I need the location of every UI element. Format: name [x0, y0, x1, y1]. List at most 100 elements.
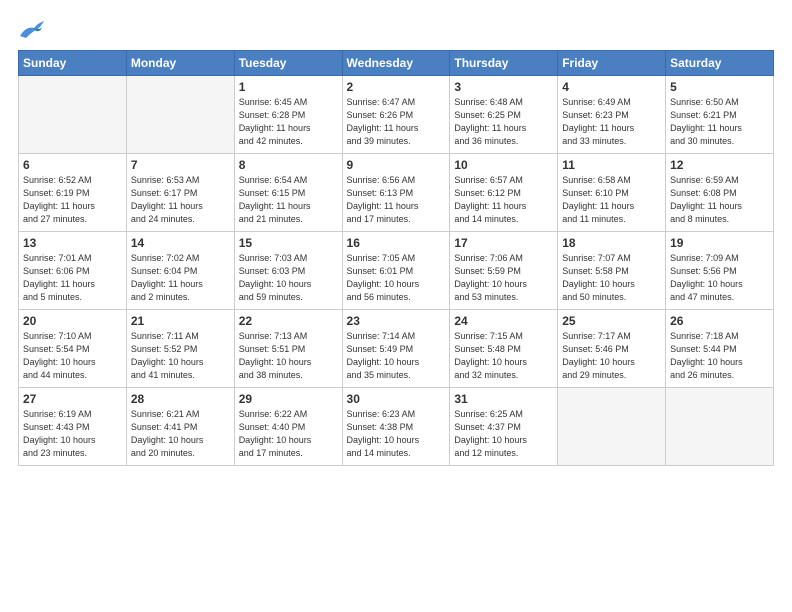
calendar-cell	[558, 388, 666, 466]
day-number: 3	[454, 80, 553, 94]
calendar-cell: 16 Sunrise: 7:05 AM Sunset: 6:01 PM Dayli…	[342, 232, 450, 310]
col-header-monday: Monday	[126, 51, 234, 76]
calendar-cell: 15Sunrise: 7:03 AM Sunset: 6:03 PM Dayli…	[234, 232, 342, 310]
col-header-wednesday: Wednesday	[342, 51, 450, 76]
calendar-cell: 29 Sunrise: 6:22 AM Sunset: 4:40 PM Dayli…	[234, 388, 342, 466]
calendar-cell	[19, 76, 127, 154]
day-info: Sunrise: 6:45 AM Sunset: 6:28 PM Dayligh…	[239, 96, 338, 148]
day-info: Sunrise: 6:47 AM Sunset: 6:26 PM Dayligh…	[347, 96, 446, 148]
col-header-tuesday: Tuesday	[234, 51, 342, 76]
day-info: Sunrise: 7:14 AM Sunset: 5:49 PM Dayligh…	[347, 330, 446, 382]
calendar-cell: 30 Sunrise: 6:23 AM Sunset: 4:38 PM Dayli…	[342, 388, 450, 466]
day-info: Sunrise: 6:19 AM Sunset: 4:43 PM Dayligh…	[23, 408, 122, 460]
calendar-cell: 8Sunrise: 6:54 AM Sunset: 6:15 PM Daylig…	[234, 154, 342, 232]
calendar-cell: 18 Sunrise: 7:07 AM Sunset: 5:58 PM Dayli…	[558, 232, 666, 310]
day-info: Sunrise: 6:58 AM Sunset: 6:10 PM Dayligh…	[562, 174, 661, 226]
day-number: 20	[23, 314, 122, 328]
col-header-thursday: Thursday	[450, 51, 558, 76]
calendar-cell: 4 Sunrise: 6:49 AM Sunset: 6:23 PM Daylig…	[558, 76, 666, 154]
col-header-friday: Friday	[558, 51, 666, 76]
day-number: 27	[23, 392, 122, 406]
day-info: Sunrise: 7:03 AM Sunset: 6:03 PM Dayligh…	[239, 252, 338, 304]
day-info: Sunrise: 6:57 AM Sunset: 6:12 PM Dayligh…	[454, 174, 553, 226]
calendar-cell: 27 Sunrise: 6:19 AM Sunset: 4:43 PM Dayli…	[19, 388, 127, 466]
logo	[18, 18, 50, 40]
logo-icon	[18, 18, 46, 40]
day-number: 11	[562, 158, 661, 172]
calendar-table: SundayMondayTuesdayWednesdayThursdayFrid…	[18, 50, 774, 466]
calendar-cell: 12 Sunrise: 6:59 AM Sunset: 6:08 PM Dayli…	[666, 154, 774, 232]
day-number: 25	[562, 314, 661, 328]
day-info: Sunrise: 6:50 AM Sunset: 6:21 PM Dayligh…	[670, 96, 769, 148]
calendar-cell: 11 Sunrise: 6:58 AM Sunset: 6:10 PM Dayli…	[558, 154, 666, 232]
day-info: Sunrise: 7:09 AM Sunset: 5:56 PM Dayligh…	[670, 252, 769, 304]
calendar-cell	[126, 76, 234, 154]
calendar-cell: 17Sunrise: 7:06 AM Sunset: 5:59 PM Dayli…	[450, 232, 558, 310]
calendar-cell: 24 Sunrise: 7:15 AM Sunset: 5:48 PM Dayli…	[450, 310, 558, 388]
day-number: 22	[239, 314, 338, 328]
day-number: 21	[131, 314, 230, 328]
day-number: 6	[23, 158, 122, 172]
day-number: 16	[347, 236, 446, 250]
day-info: Sunrise: 6:59 AM Sunset: 6:08 PM Dayligh…	[670, 174, 769, 226]
day-info: Sunrise: 7:11 AM Sunset: 5:52 PM Dayligh…	[131, 330, 230, 382]
day-number: 31	[454, 392, 553, 406]
day-number: 4	[562, 80, 661, 94]
calendar-cell: 31 Sunrise: 6:25 AM Sunset: 4:37 PM Dayli…	[450, 388, 558, 466]
day-number: 29	[239, 392, 338, 406]
calendar-cell: 19 Sunrise: 7:09 AM Sunset: 5:56 PM Dayli…	[666, 232, 774, 310]
calendar-cell: 3 Sunrise: 6:48 AM Sunset: 6:25 PM Daylig…	[450, 76, 558, 154]
day-info: Sunrise: 6:25 AM Sunset: 4:37 PM Dayligh…	[454, 408, 553, 460]
day-info: Sunrise: 6:21 AM Sunset: 4:41 PM Dayligh…	[131, 408, 230, 460]
day-number: 2	[347, 80, 446, 94]
col-header-sunday: Sunday	[19, 51, 127, 76]
calendar-cell: 9 Sunrise: 6:56 AM Sunset: 6:13 PM Daylig…	[342, 154, 450, 232]
calendar-cell: 5 Sunrise: 6:50 AM Sunset: 6:21 PM Daylig…	[666, 76, 774, 154]
day-info: Sunrise: 7:10 AM Sunset: 5:54 PM Dayligh…	[23, 330, 122, 382]
day-info: Sunrise: 7:17 AM Sunset: 5:46 PM Dayligh…	[562, 330, 661, 382]
day-info: Sunrise: 6:56 AM Sunset: 6:13 PM Dayligh…	[347, 174, 446, 226]
day-number: 26	[670, 314, 769, 328]
day-info: Sunrise: 6:52 AM Sunset: 6:19 PM Dayligh…	[23, 174, 122, 226]
day-info: Sunrise: 7:01 AM Sunset: 6:06 PM Dayligh…	[23, 252, 122, 304]
day-info: Sunrise: 6:49 AM Sunset: 6:23 PM Dayligh…	[562, 96, 661, 148]
week-row-5: 27 Sunrise: 6:19 AM Sunset: 4:43 PM Dayli…	[19, 388, 774, 466]
day-number: 12	[670, 158, 769, 172]
day-number: 24	[454, 314, 553, 328]
day-number: 19	[670, 236, 769, 250]
calendar-header-row: SundayMondayTuesdayWednesdayThursdayFrid…	[19, 51, 774, 76]
day-number: 14	[131, 236, 230, 250]
day-info: Sunrise: 6:22 AM Sunset: 4:40 PM Dayligh…	[239, 408, 338, 460]
calendar-cell: 1 Sunrise: 6:45 AM Sunset: 6:28 PM Daylig…	[234, 76, 342, 154]
calendar-cell: 21 Sunrise: 7:11 AM Sunset: 5:52 PM Dayli…	[126, 310, 234, 388]
day-number: 18	[562, 236, 661, 250]
week-row-2: 6 Sunrise: 6:52 AM Sunset: 6:19 PM Daylig…	[19, 154, 774, 232]
week-row-4: 20 Sunrise: 7:10 AM Sunset: 5:54 PM Dayli…	[19, 310, 774, 388]
calendar-cell: 25 Sunrise: 7:17 AM Sunset: 5:46 PM Dayli…	[558, 310, 666, 388]
day-info: Sunrise: 6:48 AM Sunset: 6:25 PM Dayligh…	[454, 96, 553, 148]
day-info: Sunrise: 7:06 AM Sunset: 5:59 PM Dayligh…	[454, 252, 553, 304]
day-info: Sunrise: 7:02 AM Sunset: 6:04 PM Dayligh…	[131, 252, 230, 304]
calendar-cell: 23Sunrise: 7:14 AM Sunset: 5:49 PM Dayli…	[342, 310, 450, 388]
day-number: 13	[23, 236, 122, 250]
calendar-cell: 7 Sunrise: 6:53 AM Sunset: 6:17 PM Daylig…	[126, 154, 234, 232]
day-number: 1	[239, 80, 338, 94]
calendar-cell: 22Sunrise: 7:13 AM Sunset: 5:51 PM Dayli…	[234, 310, 342, 388]
day-number: 9	[347, 158, 446, 172]
day-info: Sunrise: 7:05 AM Sunset: 6:01 PM Dayligh…	[347, 252, 446, 304]
col-header-saturday: Saturday	[666, 51, 774, 76]
day-info: Sunrise: 6:23 AM Sunset: 4:38 PM Dayligh…	[347, 408, 446, 460]
calendar-cell: 14 Sunrise: 7:02 AM Sunset: 6:04 PM Dayli…	[126, 232, 234, 310]
day-number: 30	[347, 392, 446, 406]
day-info: Sunrise: 7:18 AM Sunset: 5:44 PM Dayligh…	[670, 330, 769, 382]
day-info: Sunrise: 6:53 AM Sunset: 6:17 PM Dayligh…	[131, 174, 230, 226]
calendar-cell: 10 Sunrise: 6:57 AM Sunset: 6:12 PM Dayli…	[450, 154, 558, 232]
day-number: 5	[670, 80, 769, 94]
day-info: Sunrise: 7:15 AM Sunset: 5:48 PM Dayligh…	[454, 330, 553, 382]
day-info: Sunrise: 7:07 AM Sunset: 5:58 PM Dayligh…	[562, 252, 661, 304]
day-info: Sunrise: 6:54 AM Sunset: 6:15 PM Dayligh…	[239, 174, 338, 226]
calendar-cell: 26 Sunrise: 7:18 AM Sunset: 5:44 PM Dayli…	[666, 310, 774, 388]
day-number: 7	[131, 158, 230, 172]
day-number: 10	[454, 158, 553, 172]
page: SundayMondayTuesdayWednesdayThursdayFrid…	[0, 0, 792, 476]
